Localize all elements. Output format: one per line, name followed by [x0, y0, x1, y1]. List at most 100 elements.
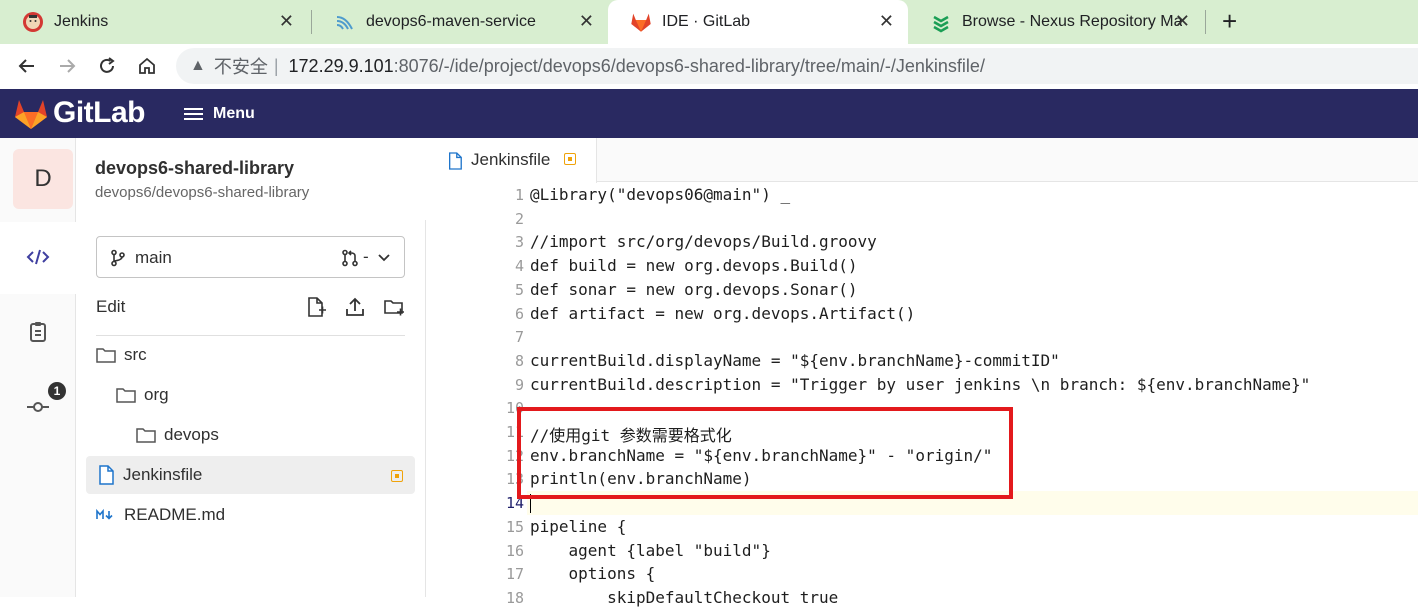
line-number: 3 [514, 233, 524, 252]
menu-label: Menu [213, 105, 255, 122]
line-number: 18 [505, 588, 524, 607]
tree-item-file-jenkinsfile[interactable]: Jenkinsfile [86, 456, 415, 494]
sonar-favicon-icon [336, 16, 353, 30]
tab-divider [1205, 10, 1206, 34]
line-number: 14 [505, 494, 524, 513]
tree-item-label: README.md [124, 505, 226, 524]
new-file-icon[interactable] [305, 296, 327, 318]
address-bar[interactable]: ▲ 不安全 | 172.29.9.101 :8076/-/ide/project… [176, 48, 1418, 84]
unsaved-changes-icon[interactable] [564, 153, 576, 165]
tree-item-folder-org[interactable]: org [116, 376, 405, 414]
project-path: devops6/devops6-shared-library [95, 184, 310, 201]
line-number: 8 [514, 351, 524, 370]
review-clipboard-icon[interactable] [26, 320, 50, 344]
hamburger-icon [184, 105, 203, 123]
back-icon [18, 59, 34, 73]
code-line[interactable]: def artifact = new org.devops.Artifact() [530, 304, 915, 323]
gitlab-header: GitLab Menu [0, 89, 1418, 138]
browser-tab-strip: Jenkins ✕ devops6-maven-service ✕ IDE · … [0, 0, 1418, 44]
tab-title: Jenkins [54, 13, 109, 30]
close-tab-icon[interactable]: ✕ [279, 12, 294, 30]
code-edit-icon[interactable] [26, 245, 50, 269]
browser-tab-nexus[interactable]: Browse - Nexus Repository Ma ✕ [908, 0, 1204, 44]
forward-button[interactable] [54, 53, 80, 79]
browser-tab-jenkins[interactable]: Jenkins ✕ [0, 0, 308, 44]
commit-count-badge: 1 [48, 382, 66, 400]
close-tab-icon[interactable]: ✕ [1175, 12, 1190, 30]
upload-icon[interactable] [344, 296, 366, 318]
code-line[interactable]: options { [530, 564, 656, 583]
jenkins-favicon-icon [23, 12, 43, 32]
line-number: 6 [514, 304, 524, 323]
line-number: 12 [505, 446, 524, 465]
file-icon [449, 152, 462, 170]
folder-icon [116, 388, 136, 403]
gitlab-logo-icon[interactable] [14, 98, 48, 130]
merge-request-icon [342, 249, 358, 267]
close-tab-icon[interactable]: ✕ [879, 12, 894, 30]
home-icon [139, 57, 155, 74]
project-avatar[interactable]: D [13, 149, 73, 209]
branch-selector[interactable]: main - [96, 236, 405, 278]
code-line[interactable]: //import src/org/devops/Build.groovy [530, 232, 877, 251]
commit-icon[interactable] [26, 395, 50, 419]
folder-icon [96, 348, 116, 363]
line-number: 11 [505, 423, 524, 441]
close-tab-icon[interactable]: ✕ [579, 12, 594, 30]
tab-title: Browse - Nexus Repository Ma [962, 13, 1182, 30]
line-number: 7 [514, 328, 524, 347]
menu-button[interactable]: Menu [184, 105, 255, 123]
project-name[interactable]: devops6-shared-library [95, 158, 294, 179]
gitlab-favicon-icon [631, 13, 651, 32]
back-button[interactable] [14, 53, 40, 79]
code-line[interactable]: def build = new org.devops.Build() [530, 256, 858, 275]
forward-icon [60, 59, 76, 73]
code-line[interactable]: agent {label "build"} [530, 541, 771, 560]
code-line[interactable]: @Library("devops06@main") _ [530, 185, 790, 204]
folder-icon [136, 428, 156, 443]
editor-tab-label: Jenkinsfile [471, 150, 551, 169]
ide-activity-bar: D 1 [0, 138, 76, 597]
line-number: 17 [505, 565, 524, 584]
line-number: 15 [505, 517, 524, 536]
tree-item-folder-devops[interactable]: devops [136, 416, 405, 454]
branch-name: main [135, 248, 172, 267]
url-host: 172.29.9.101 [288, 55, 394, 76]
tree-item-file-readme[interactable]: README.md [96, 496, 405, 534]
home-button[interactable] [134, 53, 160, 79]
browser-toolbar: ▲ 不安全 | 172.29.9.101 :8076/-/ide/project… [0, 44, 1418, 89]
branch-icon [111, 249, 125, 267]
tab-title: IDE · GitLab [662, 13, 751, 30]
reload-icon [100, 57, 115, 73]
tree-item-label: src [124, 345, 147, 364]
chevron-down-icon [378, 254, 390, 262]
address-separator: | [273, 55, 279, 76]
tree-item-label: devops [164, 425, 219, 444]
warning-icon[interactable]: ▲ [190, 57, 206, 75]
code-line[interactable]: pipeline { [530, 517, 626, 536]
code-line[interactable]: def sonar = new org.devops.Sonar() [530, 280, 858, 299]
tree-item-label: Jenkinsfile [123, 465, 203, 484]
gitlab-wordmark[interactable]: GitLab [53, 96, 146, 130]
tree-item-folder-src[interactable]: src [96, 336, 405, 374]
annotation-highlight-box [517, 407, 1013, 499]
line-number: 9 [514, 375, 524, 394]
new-tab-button[interactable]: + [1222, 8, 1237, 34]
line-number: 16 [505, 541, 524, 560]
code-line[interactable]: currentBuild.displayName = "${env.branch… [530, 351, 1060, 370]
new-folder-icon[interactable] [383, 296, 405, 318]
edit-section-label: Edit [96, 297, 126, 316]
markdown-icon [96, 508, 113, 520]
browser-tab-devops6-maven-service[interactable]: devops6-maven-service ✕ [312, 0, 608, 44]
tree-item-label: org [144, 385, 169, 404]
insecure-label: 不安全 [213, 57, 268, 77]
code-editor[interactable]: 1 @Library("devops06@main") _ 2 3 //import s… [427, 183, 1418, 607]
reload-button[interactable] [94, 53, 120, 79]
code-line[interactable]: skipDefaultCheckout true [530, 588, 838, 607]
browser-tab-ide-gitlab[interactable]: IDE · GitLab ✕ [608, 0, 908, 44]
line-number: 10 [505, 399, 524, 418]
code-line[interactable]: currentBuild.description = "Trigger by u… [530, 375, 1310, 394]
line-number: 4 [514, 257, 524, 276]
modified-indicator-icon [391, 470, 403, 482]
line-number: 1 [514, 186, 524, 204]
